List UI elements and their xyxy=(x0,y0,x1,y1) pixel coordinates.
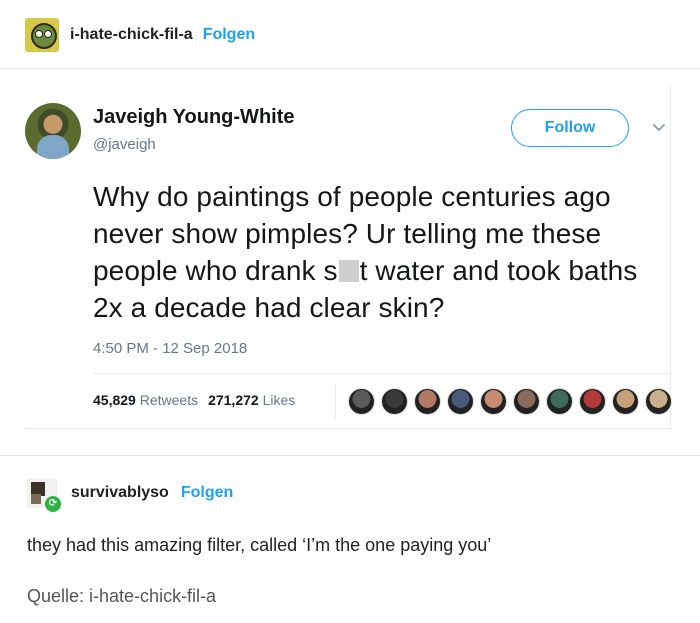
liker-avatar[interactable] xyxy=(546,388,573,415)
liker-avatars xyxy=(348,388,678,415)
source-link[interactable]: Quelle: i-hate-chick-fil-a xyxy=(27,586,216,607)
follow-button[interactable]: Follow xyxy=(511,109,629,147)
tweet-author-name[interactable]: Javeigh Young-White xyxy=(93,106,295,129)
follow-reblogger-button[interactable]: Folgen xyxy=(181,484,233,502)
likes-label[interactable]: Likes xyxy=(263,392,296,408)
reblog-comment: they had this amazing filter, called ‘I’… xyxy=(27,535,492,555)
post-header: i-hate-chick-fil-a Folgen xyxy=(25,18,255,52)
liker-avatar[interactable] xyxy=(645,388,672,415)
retweets-count[interactable]: 45,829 xyxy=(93,392,136,408)
avatar-block xyxy=(31,494,41,504)
avatar-shirt xyxy=(37,135,69,159)
tweet-author-handle[interactable]: @javeigh xyxy=(93,136,156,153)
avatar-eye xyxy=(44,30,52,38)
reblog-icon: ⟳ xyxy=(45,496,61,512)
divider xyxy=(335,383,336,419)
liker-avatar[interactable] xyxy=(513,388,540,415)
tweet-text: Why do paintings of people centuries ago… xyxy=(93,178,663,326)
tweet-timestamp[interactable]: 4:50 PM - 12 Sep 2018 xyxy=(93,340,247,357)
tweet-stats: 45,829 Retweets 271,272 Likes xyxy=(93,392,295,408)
reblogger-avatar[interactable]: ⟳ xyxy=(27,478,61,512)
liker-avatar[interactable] xyxy=(348,388,375,415)
liker-avatar[interactable] xyxy=(381,388,408,415)
tweet-author-avatar[interactable] xyxy=(25,103,81,159)
liker-avatar[interactable] xyxy=(447,388,474,415)
divider xyxy=(0,68,700,69)
follow-blog-button[interactable]: Folgen xyxy=(203,26,255,44)
reblog-header: ⟳ survivablyso Folgen xyxy=(27,478,233,512)
divider xyxy=(0,455,700,456)
liker-avatar[interactable] xyxy=(579,388,606,415)
reblogger-username[interactable]: survivablyso xyxy=(71,484,169,502)
divider xyxy=(93,373,671,374)
liker-avatar[interactable] xyxy=(414,388,441,415)
blog-avatar[interactable] xyxy=(25,18,59,52)
censor-block xyxy=(338,260,359,282)
tweet-card: Javeigh Young-White @javeigh Follow Why … xyxy=(25,84,672,429)
liker-avatar[interactable] xyxy=(612,388,639,415)
avatar-eye xyxy=(35,30,43,38)
blog-username[interactable]: i-hate-chick-fil-a xyxy=(70,26,193,44)
chevron-down-icon[interactable] xyxy=(651,120,667,136)
liker-avatar[interactable] xyxy=(480,388,507,415)
likes-count[interactable]: 271,272 xyxy=(208,392,259,408)
retweets-label[interactable]: Retweets xyxy=(140,392,198,408)
